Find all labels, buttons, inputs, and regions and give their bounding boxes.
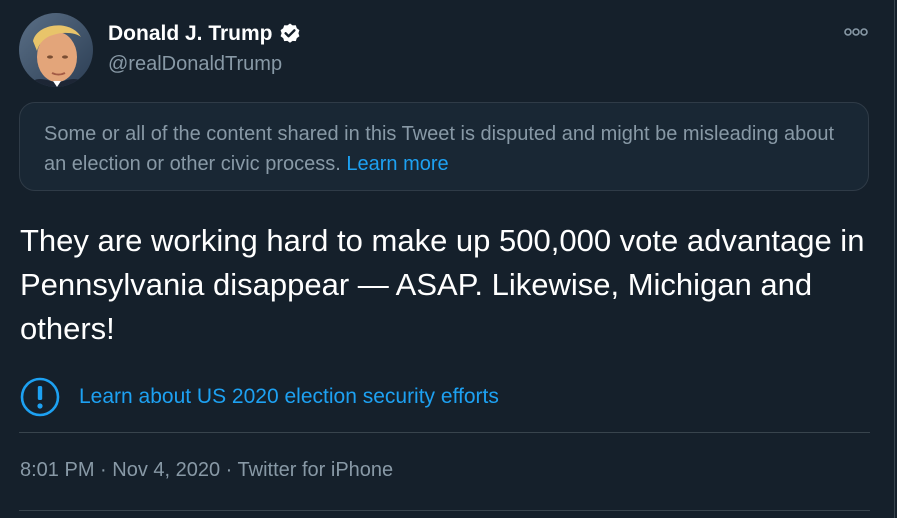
meta-separator: · xyxy=(94,459,113,481)
verified-badge-icon xyxy=(278,22,302,46)
more-options-button[interactable] xyxy=(838,18,874,46)
author-name-row[interactable]: Donald J. Trump xyxy=(108,20,302,48)
right-border xyxy=(894,0,895,518)
divider-bottom xyxy=(19,510,870,511)
tweet-text: They are working hard to make up 500,000… xyxy=(20,223,865,346)
divider xyxy=(19,432,870,433)
avatar-image xyxy=(19,13,93,87)
author-handle[interactable]: @realDonaldTrump xyxy=(108,50,282,78)
more-horizontal-icon xyxy=(844,28,868,36)
tweet-time[interactable]: 8:01 PM xyxy=(20,459,94,481)
avatar[interactable] xyxy=(19,13,93,87)
election-info-link[interactable]: Learn about US 2020 election security ef… xyxy=(20,377,499,417)
election-info-label[interactable]: Learn about US 2020 election security ef… xyxy=(79,383,499,411)
exclamation-circle-icon xyxy=(20,377,60,417)
meta-separator: · xyxy=(220,459,238,481)
disputed-content-notice: Some or all of the content shared in thi… xyxy=(19,102,869,191)
learn-more-link[interactable]: Learn more xyxy=(346,153,448,175)
tweet-source[interactable]: Twitter for iPhone xyxy=(238,459,394,481)
author-name[interactable]: Donald J. Trump xyxy=(108,20,273,48)
tweet: Donald J. Trump @realDonaldTrump Some or… xyxy=(0,0,897,518)
tweet-metadata: 8:01 PM · Nov 4, 2020 · Twitter for iPho… xyxy=(20,456,393,484)
tweet-date[interactable]: Nov 4, 2020 xyxy=(112,459,220,481)
